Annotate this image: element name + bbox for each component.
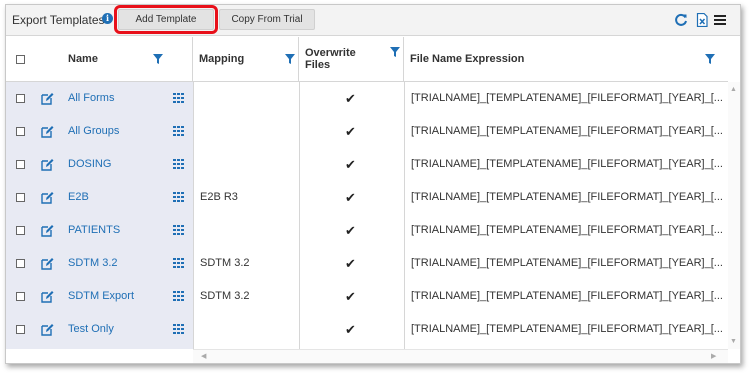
- mapping-cell: [200, 148, 295, 181]
- column-divider: [404, 82, 405, 349]
- checkmark-icon: ✔: [345, 322, 356, 337]
- edit-icon[interactable]: [41, 290, 54, 303]
- scroll-down-arrow-icon[interactable]: ▼: [730, 338, 737, 345]
- grid-icon[interactable]: [173, 93, 184, 103]
- mapping-header: Mapping: [193, 37, 299, 82]
- toolbar: Export Templates i Add Template Copy Fro…: [6, 5, 740, 36]
- scroll-up-arrow-icon[interactable]: ▲: [730, 86, 737, 93]
- row-checkbox[interactable]: [16, 193, 25, 202]
- row-checkbox[interactable]: [16, 325, 25, 334]
- column-header-file-name-expression[interactable]: File Name Expression: [410, 53, 524, 65]
- row-checkbox[interactable]: [16, 259, 25, 268]
- filter-icon[interactable]: [153, 54, 163, 64]
- select-all-checkbox[interactable]: [16, 55, 25, 64]
- panel-title: Export Templates: [12, 13, 105, 27]
- scroll-left-arrow-icon[interactable]: ◀: [201, 352, 206, 360]
- edit-icon[interactable]: [41, 125, 54, 138]
- mapping-cell: [200, 82, 295, 115]
- grid-icon[interactable]: [173, 258, 184, 268]
- mapping-cell: SDTM 3.2: [200, 290, 250, 302]
- column-divider: [299, 82, 300, 349]
- copy-from-trial-button[interactable]: Copy From Trial: [219, 9, 315, 30]
- column-header-mapping[interactable]: Mapping: [199, 53, 244, 65]
- templates-grid: Name Mapping Overwrite Files File Name E…: [6, 37, 740, 363]
- grid-icon[interactable]: [173, 159, 184, 169]
- grid-icon[interactable]: [173, 192, 184, 202]
- edit-icon[interactable]: [41, 191, 54, 204]
- template-name-link[interactable]: PATIENTS: [68, 214, 168, 247]
- grid-icon[interactable]: [173, 291, 184, 301]
- table-row[interactable]: All Forms ✔ [TRIALNAME]_[TEMPLATENAME]_[…: [6, 82, 728, 115]
- file-name-expression-cell: [TRIALNAME]_[TEMPLATENAME]_[FILEFORMAT]_…: [411, 224, 723, 236]
- checkmark-icon: ✔: [345, 190, 356, 205]
- table-row[interactable]: SDTM Export SDTM 3.2 ✔ [TRIALNAME]_[TEMP…: [6, 280, 728, 313]
- expression-header: File Name Expression: [404, 37, 728, 82]
- table-row[interactable]: E2B E2B R3 ✔ [TRIALNAME]_[TEMPLATENAME]_…: [6, 181, 728, 214]
- row-checkbox[interactable]: [16, 292, 25, 301]
- column-divider: [193, 82, 194, 349]
- template-name-link[interactable]: SDTM Export: [68, 280, 168, 313]
- checkmark-icon: ✔: [345, 223, 356, 238]
- mapping-cell: E2B R3: [200, 191, 238, 203]
- edit-icon[interactable]: [41, 92, 54, 105]
- mapping-cell: [200, 115, 295, 148]
- horizontal-scrollbar[interactable]: ◀ ▶: [193, 349, 728, 363]
- edit-icon[interactable]: [41, 257, 54, 270]
- grid-header: Name Mapping Overwrite Files File Name E…: [6, 37, 728, 82]
- edit-icon[interactable]: [41, 323, 54, 336]
- refresh-icon[interactable]: [674, 13, 688, 27]
- filter-icon[interactable]: [285, 54, 295, 64]
- frozen-header: Name: [6, 37, 193, 82]
- edit-icon[interactable]: [41, 224, 54, 237]
- filter-icon[interactable]: [705, 54, 715, 64]
- template-name-link[interactable]: All Forms: [68, 82, 168, 115]
- checkmark-icon: ✔: [345, 124, 356, 139]
- mapping-cell: SDTM 3.2: [200, 257, 250, 269]
- template-name-link[interactable]: All Groups: [68, 115, 168, 148]
- column-header-overwrite-files[interactable]: Overwrite Files: [305, 47, 375, 71]
- grid-icon[interactable]: [173, 324, 184, 334]
- row-checkbox[interactable]: [16, 94, 25, 103]
- table-row[interactable]: PATIENTS ✔ [TRIALNAME]_[TEMPLATENAME]_[F…: [6, 214, 728, 247]
- row-checkbox[interactable]: [16, 160, 25, 169]
- filter-icon[interactable]: [390, 47, 400, 57]
- column-header-name[interactable]: Name: [68, 53, 98, 65]
- file-name-expression-cell: [TRIALNAME]_[TEMPLATENAME]_[FILEFORMAT]_…: [411, 191, 723, 203]
- template-name-link[interactable]: E2B: [68, 181, 168, 214]
- checkmark-icon: ✔: [345, 157, 356, 172]
- checkmark-icon: ✔: [345, 256, 356, 271]
- file-name-expression-cell: [TRIALNAME]_[TEMPLATENAME]_[FILEFORMAT]_…: [411, 92, 723, 104]
- table-row[interactable]: Test Only ✔ [TRIALNAME]_[TEMPLATENAME]_[…: [6, 313, 728, 346]
- checkmark-icon: ✔: [345, 91, 356, 106]
- mapping-cell: [200, 214, 295, 247]
- checkmark-icon: ✔: [345, 289, 356, 304]
- vertical-scrollbar[interactable]: ▲ ▼: [728, 82, 740, 349]
- overwrite-header: Overwrite Files: [299, 37, 404, 82]
- hamburger-menu-icon[interactable]: [713, 13, 727, 27]
- grid-icon[interactable]: [173, 126, 184, 136]
- table-row[interactable]: DOSING ✔ [TRIALNAME]_[TEMPLATENAME]_[FIL…: [6, 148, 728, 181]
- mapping-cell: [200, 313, 295, 346]
- excel-export-icon[interactable]: [695, 13, 709, 27]
- info-icon[interactable]: i: [102, 13, 113, 24]
- file-name-expression-cell: [TRIALNAME]_[TEMPLATENAME]_[FILEFORMAT]_…: [411, 158, 723, 170]
- row-checkbox[interactable]: [16, 127, 25, 136]
- edit-icon[interactable]: [41, 158, 54, 171]
- export-templates-panel: Export Templates i Add Template Copy Fro…: [5, 4, 741, 364]
- table-row[interactable]: All Groups ✔ [TRIALNAME]_[TEMPLATENAME]_…: [6, 115, 728, 148]
- scroll-right-arrow-icon[interactable]: ▶: [711, 352, 716, 360]
- file-name-expression-cell: [TRIALNAME]_[TEMPLATENAME]_[FILEFORMAT]_…: [411, 125, 723, 137]
- table-row[interactable]: SDTM 3.2 SDTM 3.2 ✔ [TRIALNAME]_[TEMPLAT…: [6, 247, 728, 280]
- template-name-link[interactable]: SDTM 3.2: [68, 247, 168, 280]
- add-template-button[interactable]: Add Template: [114, 5, 218, 34]
- file-name-expression-cell: [TRIALNAME]_[TEMPLATENAME]_[FILEFORMAT]_…: [411, 323, 723, 335]
- file-name-expression-cell: [TRIALNAME]_[TEMPLATENAME]_[FILEFORMAT]_…: [411, 257, 723, 269]
- template-name-link[interactable]: DOSING: [68, 148, 168, 181]
- row-checkbox[interactable]: [16, 226, 25, 235]
- file-name-expression-cell: [TRIALNAME]_[TEMPLATENAME]_[FILEFORMAT]_…: [411, 290, 723, 302]
- template-name-link[interactable]: Test Only: [68, 313, 168, 346]
- grid-icon[interactable]: [173, 225, 184, 235]
